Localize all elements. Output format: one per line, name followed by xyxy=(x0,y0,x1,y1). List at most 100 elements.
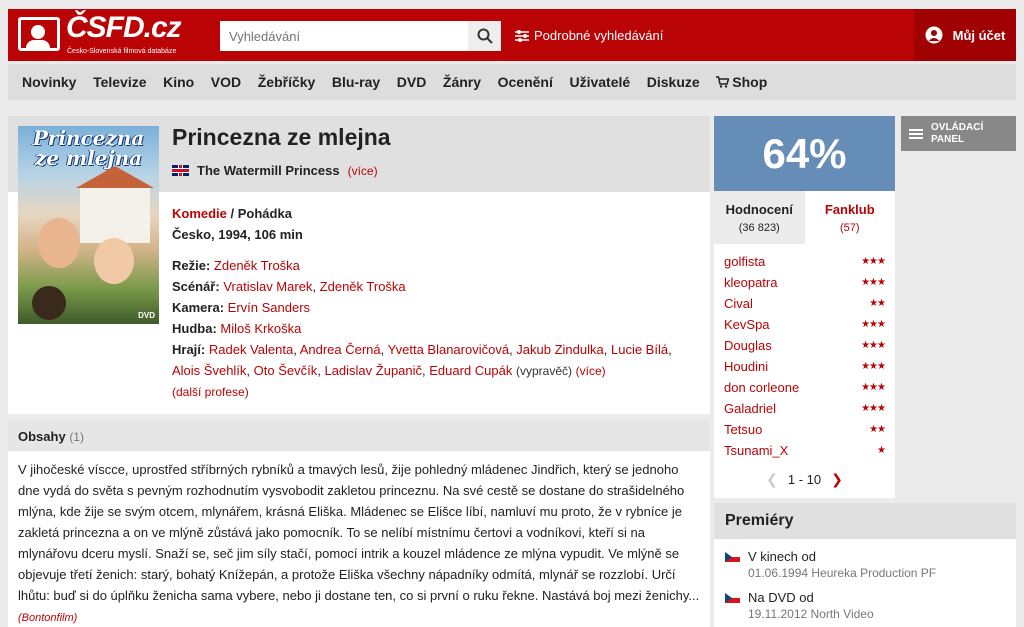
film-poster[interactable]: Princezna ze mlejna DVD xyxy=(18,126,159,324)
user-link[interactable]: Tetsuo xyxy=(724,422,762,437)
ratings-list: golfista ★★★ kleopatra ★★★ Cival ★★ KevSpa ★… xyxy=(714,244,895,498)
alt-title-more[interactable]: (více) xyxy=(348,164,378,178)
tab-fanclub[interactable]: Fanklub (57) xyxy=(804,191,895,244)
user-icon xyxy=(925,26,943,44)
list-item: KevSpa ★★★ xyxy=(724,314,886,335)
list-item: don corleone ★★★ xyxy=(724,377,886,398)
cz-flag-icon xyxy=(725,592,740,603)
genre-link[interactable]: Komedie xyxy=(172,206,227,221)
poster-devil xyxy=(32,286,66,320)
user-link[interactable]: don corleone xyxy=(724,380,799,395)
chevron-left-icon[interactable]: ❮ xyxy=(766,471,778,488)
actor-link[interactable]: Eduard Cupák xyxy=(429,363,512,378)
nav-zanry[interactable]: Žánry xyxy=(443,74,481,90)
list-item: Tsunami_X ★ xyxy=(724,440,886,461)
alt-title: The Watermill Princess (více) xyxy=(172,163,378,178)
user-link[interactable]: kleopatra xyxy=(724,275,777,290)
synopsis-panel: Obsahy (1) V jihočeské víscce, uprostřed… xyxy=(8,421,710,627)
control-panel-button[interactable]: OVLÁDACÍ PANEL xyxy=(901,116,1016,151)
stars-icon: ★★★ xyxy=(861,403,886,414)
crew-cast: Hrají: Radek Valenta, Andrea Černá, Yvet… xyxy=(172,342,672,378)
stars-icon: ★★ xyxy=(869,424,886,435)
user-link[interactable]: Cival xyxy=(724,296,753,311)
film-origin: Česko, 1994, 106 min xyxy=(172,227,303,242)
genre-secondary: Pohádka xyxy=(237,206,292,221)
user-link[interactable]: golfista xyxy=(724,254,765,269)
cast-more-link[interactable]: (více) xyxy=(576,364,606,378)
crew-camera: Kamera: Ervín Sanders xyxy=(172,300,311,315)
stars-icon: ★ xyxy=(877,445,886,456)
crew-directing: Režie: Zdeněk Troška xyxy=(172,258,300,273)
user-link[interactable]: Douglas xyxy=(724,338,772,353)
search-icon xyxy=(477,28,493,44)
advanced-search-link[interactable]: Podrobné vyhledávání xyxy=(515,28,663,43)
main-nav: Novinky Televize Kino VOD Žebříčky Blu-r… xyxy=(8,64,1016,100)
nav-shop[interactable]: Shop xyxy=(716,74,767,90)
stars-icon: ★★ xyxy=(869,298,886,309)
synopsis-count: (1) xyxy=(69,430,84,444)
cart-icon xyxy=(716,76,730,88)
poster-face xyxy=(94,238,134,284)
stars-icon: ★★★ xyxy=(861,277,886,288)
crew-music: Hudba: Miloš Krkoška xyxy=(172,321,302,336)
nav-zebricky[interactable]: Žebříčky xyxy=(258,74,316,90)
uk-flag-icon xyxy=(172,165,189,176)
nav-vod[interactable]: VOD xyxy=(211,74,241,90)
music-link[interactable]: Miloš Krkoška xyxy=(220,321,301,336)
ratings-pager: ❮ 1 - 10 ❯ xyxy=(714,466,895,492)
fanclub-count: (57) xyxy=(839,222,860,234)
premieres-panel: Premiéry V kinech od 01.06.1994 Heureka … xyxy=(714,503,1016,627)
search-box xyxy=(220,21,468,51)
synopsis-source-link[interactable]: (Bontonfilm) xyxy=(18,612,77,624)
nav-bluray[interactable]: Blu-ray xyxy=(332,74,380,90)
nav-shop-label: Shop xyxy=(732,74,768,90)
film-panel: Princezna ze mlejna DVD Princezna ze mle… xyxy=(8,116,710,414)
stars-icon: ★★★ xyxy=(861,361,886,372)
actor-link[interactable]: Lucie Bílá xyxy=(611,342,668,357)
nav-uzivatele[interactable]: Uživatelé xyxy=(569,74,630,90)
genres: Komedie / Pohádka xyxy=(172,206,292,221)
user-link[interactable]: Tsunami_X xyxy=(724,443,788,458)
alt-title-text: The Watermill Princess xyxy=(197,163,340,178)
list-item: Tetsuo ★★ xyxy=(724,419,886,440)
user-link[interactable]: KevSpa xyxy=(724,317,770,332)
actor-link[interactable]: Yvetta Blanarovičová xyxy=(388,342,509,357)
actor-link[interactable]: Jakub Zindulka xyxy=(516,342,603,357)
actor-link[interactable]: Alois Švehlík xyxy=(172,363,246,378)
actor-link[interactable]: Ladislav Županič xyxy=(324,363,422,378)
list-item: Cival ★★ xyxy=(724,293,886,314)
actor-link[interactable]: Andrea Černá xyxy=(300,342,381,357)
nav-dvd[interactable]: DVD xyxy=(397,74,427,90)
user-link[interactable]: Houdini xyxy=(724,359,768,374)
film-person-icon xyxy=(18,17,60,51)
writer-link[interactable]: Zdeněk Troška xyxy=(320,279,406,294)
crew-writing: Scénář: Vratislav Marek, Zdeněk Troška xyxy=(172,279,406,294)
camera-link[interactable]: Ervín Sanders xyxy=(228,300,310,315)
director-link[interactable]: Zdeněk Troška xyxy=(214,258,300,273)
site-logo[interactable]: ČSFD.cz Česko-Slovenská filmová databáze xyxy=(18,11,183,57)
more-professions-link[interactable]: (další profese) xyxy=(172,382,702,403)
stars-icon: ★★★ xyxy=(861,319,886,330)
nav-diskuze[interactable]: Diskuze xyxy=(647,74,700,90)
crew-list: Režie: Zdeněk Troška Scénář: Vratislav M… xyxy=(172,255,702,403)
nav-televize[interactable]: Televize xyxy=(93,74,146,90)
stars-icon: ★★★ xyxy=(861,256,886,267)
nav-oceneni[interactable]: Ocenění xyxy=(498,74,553,90)
list-item: Houdini ★★★ xyxy=(724,356,886,377)
writer-link[interactable]: Vratislav Marek xyxy=(223,279,312,294)
account-label: Můj účet xyxy=(952,27,1006,43)
search-input[interactable] xyxy=(220,21,468,51)
list-item: kleopatra ★★★ xyxy=(724,272,886,293)
nav-novinky[interactable]: Novinky xyxy=(22,74,76,90)
film-title: Princezna ze mlejna xyxy=(172,124,391,150)
account-button[interactable]: Můj účet xyxy=(914,9,1016,61)
stars-icon: ★★★ xyxy=(861,340,886,351)
actor-link[interactable]: Radek Valenta xyxy=(209,342,293,357)
user-link[interactable]: Galadriel xyxy=(724,401,776,416)
tab-ratings[interactable]: Hodnocení (36 823) xyxy=(714,191,805,244)
chevron-right-icon[interactable]: ❯ xyxy=(831,471,843,488)
search-button[interactable] xyxy=(468,21,501,51)
actor-link[interactable]: Oto Ševčík xyxy=(254,363,318,378)
list-item: golfista ★★★ xyxy=(724,251,886,272)
nav-kino[interactable]: Kino xyxy=(163,74,194,90)
